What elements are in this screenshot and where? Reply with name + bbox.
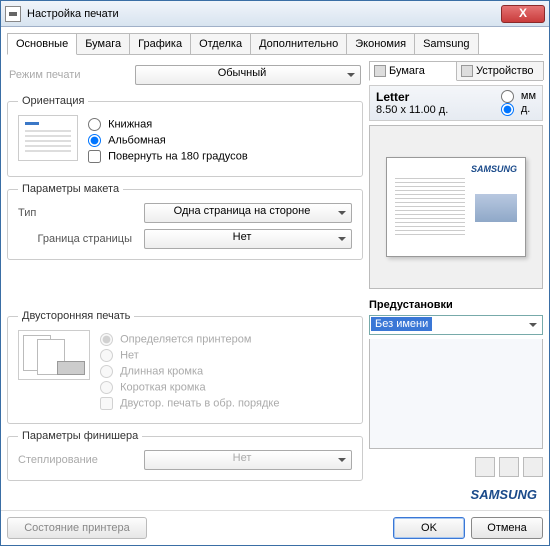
orientation-group: Ориентация Книжная Альбомная Повернуть н… xyxy=(7,95,363,177)
stapling-select[interactable]: Нет xyxy=(144,450,352,470)
print-settings-window: Настройка печати X Основные Бумага Графи… xyxy=(0,0,550,546)
presets-label: Предустановки xyxy=(369,299,543,311)
right-tabs: Бумага Устройство xyxy=(369,61,543,81)
finisher-group: Параметры финишера Степлирование Нет xyxy=(7,430,363,481)
paper-size-box: Letter 8.50 x 11.00 д. мм д. xyxy=(369,85,543,121)
layout-type-select[interactable]: Одна страница на стороне xyxy=(144,203,352,223)
tab-samsung[interactable]: Samsung xyxy=(414,33,478,54)
preset-value: Без имени xyxy=(371,317,432,331)
device-icon xyxy=(461,65,473,77)
preset-select[interactable]: Без имени xyxy=(369,315,543,335)
tab-paper[interactable]: Бумага xyxy=(76,33,130,54)
paper-icon xyxy=(374,65,386,77)
duplex-group: Двусторонняя печать Определяется принтер… xyxy=(7,310,363,424)
preset-save-icon[interactable] xyxy=(475,457,495,477)
duplex-short-edge[interactable]: Короткая кромка xyxy=(100,381,279,394)
layout-group: Параметры макета Тип Одна страница на ст… xyxy=(7,183,363,260)
layout-legend: Параметры макета xyxy=(18,183,123,195)
duplex-none[interactable]: Нет xyxy=(100,349,279,362)
duplex-reverse[interactable]: Двустор. печать в обр. порядке xyxy=(100,397,279,410)
samsung-logo-icon: SAMSUNG xyxy=(471,164,517,174)
preset-actions xyxy=(369,453,543,481)
page-preview: SAMSUNG xyxy=(369,125,543,289)
right-tab-paper[interactable]: Бумага xyxy=(369,61,457,81)
tab-eco[interactable]: Экономия xyxy=(346,33,415,54)
unit-inch[interactable]: д. xyxy=(501,103,536,116)
printer-status-button[interactable]: Состояние принтера xyxy=(7,517,147,539)
preset-list[interactable] xyxy=(369,339,543,449)
duplex-legend: Двусторонняя печать xyxy=(18,310,134,322)
main-tabs: Основные Бумага Графика Отделка Дополнит… xyxy=(7,33,543,55)
unit-mm[interactable]: мм xyxy=(501,90,536,103)
finisher-legend: Параметры финишера xyxy=(18,430,142,442)
body: Режим печати Обычный Ориентация Книжная … xyxy=(7,55,543,504)
print-mode-label: Режим печати xyxy=(9,69,129,81)
orientation-rotate-180[interactable]: Повернуть на 180 градусов xyxy=(88,150,248,163)
stapling-label: Степлирование xyxy=(18,454,138,466)
cancel-button[interactable]: Отмена xyxy=(471,517,543,539)
preset-edit-icon[interactable] xyxy=(499,457,519,477)
tab-finishing[interactable]: Отделка xyxy=(190,33,251,54)
close-button[interactable]: X xyxy=(501,5,545,23)
left-column: Режим печати Обычный Ориентация Книжная … xyxy=(7,61,363,504)
brand-logo: SAMSUNG xyxy=(369,485,543,504)
preview-page: SAMSUNG xyxy=(386,157,526,257)
orientation-legend: Ориентация xyxy=(18,95,88,107)
printer-icon xyxy=(5,6,21,22)
right-column: Бумага Устройство Letter 8.50 x 11.00 д.… xyxy=(369,61,543,504)
footer: Состояние принтера OK Отмена xyxy=(1,510,549,545)
tab-main[interactable]: Основные xyxy=(7,33,77,55)
orientation-preview-icon xyxy=(18,115,78,161)
preset-delete-icon[interactable] xyxy=(523,457,543,477)
duplex-long-edge[interactable]: Длинная кромка xyxy=(100,365,279,378)
paper-size-name: Letter xyxy=(376,90,448,104)
page-border-label: Граница страницы xyxy=(18,233,138,245)
print-mode-select[interactable]: Обычный xyxy=(135,65,361,85)
duplex-preview-icon xyxy=(18,330,90,380)
layout-type-label: Тип xyxy=(18,207,138,219)
duplex-auto[interactable]: Определяется принтером xyxy=(100,333,279,346)
content-area: Основные Бумага Графика Отделка Дополнит… xyxy=(1,27,549,510)
tab-advanced[interactable]: Дополнительно xyxy=(250,33,347,54)
paper-size-dims: 8.50 x 11.00 д. xyxy=(376,104,448,116)
page-border-select[interactable]: Нет xyxy=(144,229,352,249)
orientation-portrait[interactable]: Книжная xyxy=(88,118,248,131)
right-tab-device[interactable]: Устройство xyxy=(456,61,544,80)
window-title: Настройка печати xyxy=(27,8,501,20)
titlebar[interactable]: Настройка печати X xyxy=(1,1,549,27)
tab-graphics[interactable]: Графика xyxy=(129,33,191,54)
ok-button[interactable]: OK xyxy=(393,517,465,539)
orientation-landscape[interactable]: Альбомная xyxy=(88,134,248,147)
